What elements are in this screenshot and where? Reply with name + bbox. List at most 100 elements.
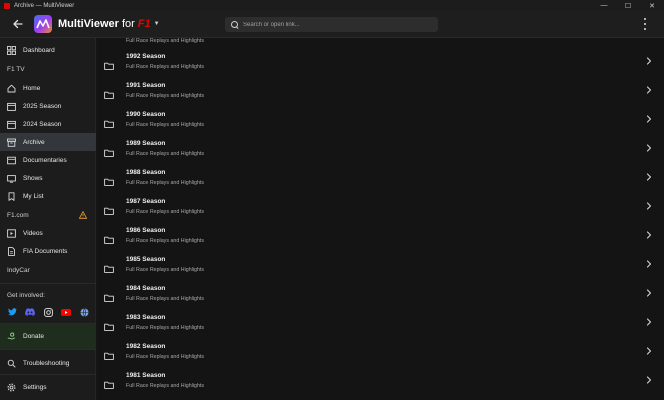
sidebar-item-my-list[interactable]: My List [0, 187, 96, 205]
twitter-icon[interactable] [7, 307, 17, 317]
globe-icon[interactable] [79, 307, 89, 317]
caret-down-icon: ▼ [153, 21, 160, 27]
sidebar-item-dashboard[interactable]: Dashboard [0, 41, 96, 59]
season-subtitle: Full Race Replays and Highlights [126, 64, 205, 70]
more-options-icon[interactable] [642, 18, 648, 30]
chevron-right-icon [646, 57, 652, 65]
sidebar-item-label: Videos [23, 229, 43, 237]
archive-icon [7, 138, 16, 147]
bookmark-icon [7, 191, 16, 201]
sidebar-divider [0, 374, 96, 375]
season-title: 1983 Season [126, 314, 166, 321]
list-item[interactable]: 1981 Season Full Race Replays and Highlig… [97, 367, 664, 396]
back-button[interactable] [10, 16, 26, 32]
sidebar-item-shows[interactable]: Shows [0, 169, 96, 187]
tv-icon [7, 174, 16, 183]
folder-icon [104, 57, 114, 70]
minimize-button[interactable]: — [592, 0, 616, 11]
sidebar-item-documentaries[interactable]: Documentaries [0, 151, 96, 169]
sidebar-item-label: Archive [23, 138, 45, 146]
sidebar-item-home[interactable]: Home [0, 79, 96, 97]
season-subtitle: Full Race Replays and Highlights [126, 93, 205, 99]
season-subtitle: Full Race Replays and Highlights [126, 238, 205, 244]
list-item[interactable]: 1985 Season Full Race Replays and Highlig… [97, 251, 664, 280]
season-title: 1984 Season [126, 285, 166, 292]
folder-icon [104, 86, 114, 99]
search-box[interactable] [225, 17, 438, 32]
season-subtitle: Full Race Replays and Highlights [126, 325, 205, 331]
list-item[interactable]: 1986 Season Full Race Replays and Highlig… [97, 222, 664, 251]
archive-season-list: Full Race Replays and Highlights 1992 Se… [97, 38, 664, 400]
sidebar-item-label: FIA Documents [23, 247, 68, 255]
window-title: Archive — MultiViewer [14, 2, 75, 9]
social-links [0, 307, 96, 319]
app-name-for: for [121, 18, 135, 30]
sidebar-item-label: Dashboard [23, 46, 55, 54]
sidebar-divider [0, 283, 96, 284]
partial-row-subtitle: Full Race Replays and Highlights [126, 38, 205, 44]
search-input[interactable] [243, 21, 423, 28]
sidebar-item-label: Documentaries [23, 156, 67, 164]
chevron-right-icon [646, 86, 652, 94]
season-title: 1992 Season [126, 53, 166, 60]
season-subtitle: Full Race Replays and Highlights [126, 122, 205, 128]
folder-icon [104, 289, 114, 302]
sidebar-item-2024-season[interactable]: 2024 Season [0, 115, 96, 133]
chevron-right-icon [646, 202, 652, 210]
donate-icon [7, 332, 16, 341]
list-item[interactable]: 1988 Season Full Race Replays and Highlig… [97, 164, 664, 193]
list-item[interactable]: 1989 Season Full Race Replays and Highlig… [97, 135, 664, 164]
season-title: 1988 Season [126, 169, 166, 176]
sidebar-item-label: Donate [23, 333, 44, 340]
app-name-selector[interactable]: MultiViewer for F1 ▼ [58, 18, 160, 30]
sidebar-item-label: Home [23, 84, 41, 92]
chevron-right-icon [646, 115, 652, 123]
folder-icon [104, 260, 114, 273]
dashboard-icon [7, 45, 16, 55]
section-heading-f1com: F1.com [7, 212, 29, 219]
gear-icon [7, 383, 16, 392]
app-header: MultiViewer for F1 ▼ [0, 11, 664, 38]
sidebar-item-donate[interactable]: Donate [0, 324, 96, 349]
sidebar-item-label: 2024 Season [23, 120, 62, 128]
season-title: 1982 Season [126, 343, 166, 350]
youtube-icon[interactable] [61, 307, 71, 317]
list-item[interactable]: 1992 Season Full Race Replays and Highlig… [97, 48, 664, 77]
warning-icon[interactable] [79, 211, 87, 219]
sidebar-item-troubleshooting[interactable]: Troubleshooting [0, 354, 96, 372]
close-button[interactable]: ✕ [640, 0, 664, 11]
list-item[interactable]: 1984 Season Full Race Replays and Highlig… [97, 280, 664, 309]
folder-icon [104, 202, 114, 215]
list-item[interactable]: 1991 Season Full Race Replays and Highlig… [97, 77, 664, 106]
discord-icon[interactable] [25, 307, 35, 317]
document-icon [7, 246, 16, 256]
calendar-icon [7, 102, 16, 111]
season-title: 1987 Season [126, 198, 166, 205]
maximize-button[interactable]: ☐ [616, 0, 640, 11]
troubleshoot-icon [7, 359, 16, 368]
list-item[interactable]: 1990 Season Full Race Replays and Highlig… [97, 106, 664, 135]
list-item[interactable]: 1983 Season Full Race Replays and Highlig… [97, 309, 664, 338]
sidebar-item-archive[interactable]: Archive [0, 133, 96, 151]
sidebar-item-fia-documents[interactable]: FIA Documents [0, 242, 96, 260]
season-title: 1991 Season [126, 82, 166, 89]
instagram-icon[interactable] [43, 307, 53, 317]
sidebar-item-2025-season[interactable]: 2025 Season [0, 97, 96, 115]
season-title: 1985 Season [126, 256, 166, 263]
season-subtitle: Full Race Replays and Highlights [126, 354, 205, 360]
folder-icon [104, 173, 114, 186]
season-subtitle: Full Race Replays and Highlights [126, 151, 205, 157]
folder-icon [104, 318, 114, 331]
sidebar-item-settings[interactable]: Settings [0, 378, 96, 396]
list-item[interactable]: 1987 Season Full Race Replays and Highlig… [97, 193, 664, 222]
chevron-right-icon [646, 289, 652, 297]
sidebar-divider [0, 349, 96, 350]
chevron-right-icon [646, 231, 652, 239]
film-icon [7, 156, 16, 165]
sidebar-item-label: Shows [23, 174, 43, 182]
season-title: 1990 Season [126, 111, 166, 118]
list-item[interactable]: 1982 Season Full Race Replays and Highlig… [97, 338, 664, 367]
season-title: 1981 Season [126, 372, 166, 379]
sidebar-item-videos[interactable]: Videos [0, 224, 96, 242]
home-icon [7, 84, 16, 93]
